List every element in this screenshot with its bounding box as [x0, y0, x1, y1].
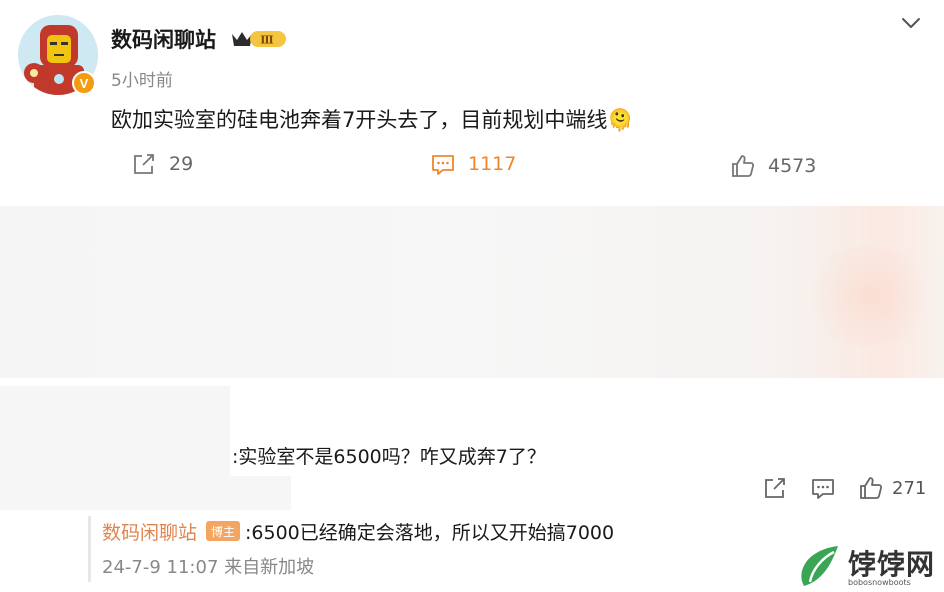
author-name[interactable]: 数码闲聊站 — [111, 24, 216, 54]
comment-count: 1117 — [468, 153, 517, 175]
comment-like-count: 271 — [892, 477, 927, 499]
reply-meta: 24-7-9 11:07 来自新加坡 — [102, 557, 315, 578]
reply-divider — [88, 516, 91, 582]
weibo-post: V 数码闲聊站 Ⅲ 5小时前 欧加实验室的硅电池奔着7开头去了，目前规划中端线🫠… — [0, 0, 944, 205]
reply-author[interactable]: 数码闲聊站 — [102, 518, 197, 545]
post-time: 5小时前 — [111, 71, 173, 91]
like-button[interactable]: 4573 — [730, 153, 816, 179]
blogger-badge: 博主 — [206, 521, 240, 541]
blurred-commenter — [0, 386, 230, 476]
watermark-text: 饽饽网 — [848, 548, 936, 581]
blurred-commenter-meta — [0, 476, 291, 510]
comment-text: :实验室不是6500吗？咋又成奔7了？ — [232, 446, 546, 468]
verified-badge: V — [72, 71, 96, 95]
watermark-subtext: bobosnowboots — [848, 578, 911, 587]
comment-reply-button[interactable] — [810, 475, 836, 501]
chevron-down-icon[interactable] — [898, 12, 924, 34]
comment-like-button[interactable]: 271 — [858, 475, 926, 501]
comment-share-button[interactable] — [762, 475, 788, 501]
share-button[interactable]: 29 — [131, 151, 193, 177]
thumbs-up-icon — [860, 477, 883, 499]
share-icon — [134, 154, 154, 174]
reply-text: :6500已经确定会落地，所以又开始搞7000 — [245, 522, 615, 544]
post-text: 欧加实验室的硅电池奔着7开头去了，目前规划中端线🫠 — [111, 108, 634, 132]
share-icon — [765, 478, 785, 498]
blurred-region — [0, 206, 944, 378]
like-count: 4573 — [768, 155, 817, 177]
comment-icon — [432, 155, 454, 175]
share-count: 29 — [169, 153, 194, 175]
crown-level-badge[interactable]: Ⅲ — [230, 28, 288, 50]
level-badge-text: Ⅲ — [260, 34, 273, 47]
comment-button[interactable]: 1117 — [430, 151, 516, 177]
comment-icon — [812, 479, 834, 499]
thumbs-up-icon — [732, 155, 755, 177]
